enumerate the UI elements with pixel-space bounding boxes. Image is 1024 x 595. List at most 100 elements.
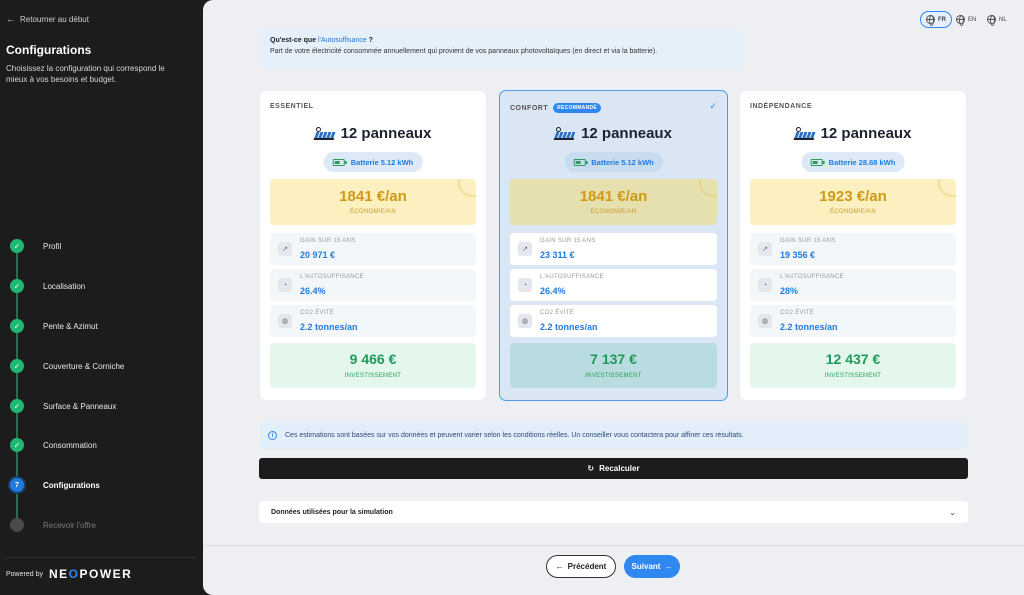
sidebar-description: Choisissez la configuration qui correspo… <box>6 64 165 84</box>
previous-label: Précédent <box>567 562 607 571</box>
step-couverture-corniche[interactable]: ✓ Couverture & Corniche <box>10 358 124 374</box>
savings-value: 1923 €/an <box>819 188 887 205</box>
gauge-icon: ◔ <box>758 278 772 292</box>
panel-count-text: 12 panneaux <box>820 125 912 142</box>
stat-autosuffisance: ◔ L'AUTOSUFFISANCE 26.4% <box>510 269 717 301</box>
check-icon: ✓ <box>10 239 24 253</box>
stat-value: 26.4% <box>300 286 326 296</box>
savings-value: 1841 €/an <box>339 188 407 205</box>
card-header: INDÉPENDANCE <box>750 103 812 110</box>
step-pente-azimut[interactable]: ✓ Pente & Azimut <box>10 318 98 334</box>
investment-box: 12 437 € INVESTISSEMENT <box>750 343 956 388</box>
check-icon: ✓ <box>10 438 24 452</box>
sidebar: ← Retourner au début Configurations Choi… <box>0 0 203 595</box>
check-icon: ✓ <box>10 319 24 333</box>
info-question-highlight: l'Autosuffisance <box>317 37 367 44</box>
globe-icon: ◍ <box>518 314 532 328</box>
step-configurations[interactable]: 7 Configurations <box>10 477 100 493</box>
language-code: EN <box>968 16 977 23</box>
recalculate-label: Recalculer <box>599 464 640 473</box>
language-en[interactable]: EN <box>951 11 981 28</box>
next-button[interactable]: Suivant → <box>624 555 680 578</box>
globe-icon <box>956 15 965 26</box>
chart-icon: ↗ <box>278 242 292 256</box>
stat-autosuffisance: ◔ L'AUTOSUFFISANCE 28% <box>750 269 956 301</box>
gauge-icon: ◔ <box>278 278 292 292</box>
stat-label: GAIN SUR 15 ANS <box>540 238 596 244</box>
back-link-label: Retourner au début <box>20 14 89 24</box>
panel-count: 12 panneaux <box>260 125 486 142</box>
language-nl[interactable]: NL <box>982 11 1012 28</box>
step-label: Localisation <box>43 281 86 291</box>
stat-label: CO2 ÉVITÉ <box>300 310 335 316</box>
autosuffisance-info-box: Qu'est-ce que l'Autosuffisance ? Part de… <box>260 29 743 68</box>
battery-pill: Batterie 28.68 kWh <box>801 152 905 172</box>
investment-box: 9 466 € INVESTISSEMENT <box>270 343 476 388</box>
solar-panel-icon <box>553 127 577 140</box>
globe-icon: ◍ <box>278 314 292 328</box>
panel-count: 12 panneaux <box>740 125 966 142</box>
config-card-confort[interactable]: CONFORT RECOMMANDÉ ✓ 12 panneaux Batteri… <box>499 90 728 401</box>
stat-value: 2.2 tonnes/an <box>540 322 598 332</box>
chart-icon: ↗ <box>758 242 772 256</box>
selected-check-icon: ✓ <box>709 101 717 111</box>
investment-value: 12 437 € <box>825 351 881 367</box>
chevron-down-icon: ⌄ <box>949 507 956 517</box>
info-icon: i <box>268 431 277 440</box>
step-label: Couverture & Corniche <box>43 361 125 371</box>
next-label: Suivant <box>631 562 661 571</box>
info-question-prefix: Qu'est-ce que <box>270 37 318 44</box>
stat-label: GAIN SUR 15 ANS <box>780 238 836 244</box>
annual-savings: 1841 €/an ÉCONOMIE/AN <box>510 179 717 225</box>
config-card-essentiel[interactable]: ESSENTIEL 12 panneaux Batterie 5.12 kWh … <box>260 91 486 400</box>
stat-co2: ◍ CO2 ÉVITÉ 2.2 tonnes/an <box>270 305 476 337</box>
footer-divider <box>203 545 1024 546</box>
stat-label: CO2 ÉVITÉ <box>780 310 815 316</box>
recommended-badge: RECOMMANDÉ <box>553 103 602 113</box>
battery-text: Batterie 28.68 kWh <box>828 157 896 167</box>
info-question-suffix: ? <box>366 37 373 44</box>
panel-count: 12 panneaux <box>500 125 727 142</box>
stat-value: 2.2 tonnes/an <box>780 322 838 332</box>
step-consommation[interactable]: ✓ Consommation <box>10 437 97 453</box>
simulation-data-accordion[interactable]: Données utilisées pour la simulation ⌄ <box>259 501 968 523</box>
battery-pill: Batterie 5.12 kWh <box>564 152 663 172</box>
step-label: Pente & Azimut <box>43 321 98 331</box>
arrow-right-icon: → <box>664 562 673 571</box>
savings-value: 1841 €/an <box>579 188 648 205</box>
accordion-title: Données utilisées pour la simulation <box>271 508 393 516</box>
card-name: CONFORT <box>510 104 549 112</box>
brand-logo-part: POWER <box>79 567 133 581</box>
stat-label: CO2 ÉVITÉ <box>540 310 575 316</box>
step-pending-dot <box>10 518 24 532</box>
sidebar-divider <box>6 557 196 558</box>
main-panel: FR EN NL Qu'est-ce que l'Autosuffisance … <box>203 0 1024 595</box>
config-card-independance[interactable]: INDÉPENDANCE 12 panneaux Batterie 28.68 … <box>740 91 966 400</box>
language-code: NL <box>999 16 1007 23</box>
check-icon: ✓ <box>10 359 24 373</box>
refresh-icon: ↻ <box>587 464 595 473</box>
stat-co2: ◍ CO2 ÉVITÉ 2.2 tonnes/an <box>510 305 717 337</box>
step-surface-panneaux[interactable]: ✓ Surface & Panneaux <box>10 398 116 414</box>
previous-button[interactable]: ← Précédent <box>546 555 616 578</box>
info-answer: Part de votre électricité consommée annu… <box>270 48 658 55</box>
solar-panel-icon <box>793 127 817 140</box>
stat-autosuffisance: ◔ L'AUTOSUFFISANCE 26.4% <box>270 269 476 301</box>
stat-co2: ◍ CO2 ÉVITÉ 2.2 tonnes/an <box>750 305 956 337</box>
chart-icon: ↗ <box>518 242 532 256</box>
sidebar-title: Configurations <box>6 43 92 57</box>
savings-label: ÉCONOMIE/AN <box>830 209 876 215</box>
recalculate-button[interactable]: ↻ Recalculer <box>259 458 968 479</box>
stat-label: GAIN SUR 15 ANS <box>300 238 356 244</box>
stat-value: 28% <box>780 286 799 296</box>
language-fr[interactable]: FR <box>920 11 952 28</box>
stat-value: 2.2 tonnes/an <box>300 322 358 332</box>
step-profil[interactable]: ✓ Profil <box>10 238 61 254</box>
stat-label: L'AUTOSUFFISANCE <box>540 274 604 280</box>
step-localisation[interactable]: ✓ Localisation <box>10 278 85 294</box>
step-label: Surface & Panneaux <box>43 401 117 411</box>
stat-value: 23 311 € <box>540 250 575 260</box>
stat-label: L'AUTOSUFFISANCE <box>300 274 364 280</box>
language-code: FR <box>938 16 946 23</box>
back-to-start-link[interactable]: ← Retourner au début <box>6 14 89 24</box>
